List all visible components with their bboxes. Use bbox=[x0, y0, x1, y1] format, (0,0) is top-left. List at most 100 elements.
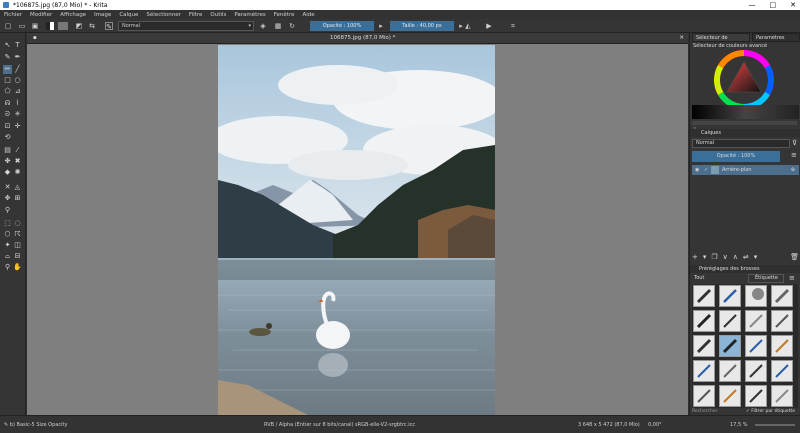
preset-airbrush[interactable] bbox=[745, 285, 767, 307]
menu-help[interactable]: Aide bbox=[302, 12, 314, 18]
gradient-tool-icon[interactable]: ▤ bbox=[3, 146, 12, 155]
rotation-readout[interactable]: 0,00° bbox=[648, 422, 662, 428]
measure-tool-icon[interactable]: ◬ bbox=[13, 183, 22, 192]
smart-patch-icon[interactable]: ✖ bbox=[13, 157, 22, 166]
size-slider[interactable]: Taille : 40,00 px bbox=[390, 21, 454, 31]
rectangle-tool-icon[interactable]: □ bbox=[3, 76, 12, 85]
preset-chalk[interactable] bbox=[771, 310, 793, 332]
magnetic-select-icon[interactable]: ⊟ bbox=[13, 252, 22, 261]
reload-preset-icon[interactable]: ↻ bbox=[288, 22, 296, 30]
polygon-select-icon[interactable]: ⬡ bbox=[3, 230, 12, 239]
preset-pen[interactable] bbox=[745, 335, 767, 357]
preset-dry[interactable] bbox=[745, 360, 767, 382]
menu-tools[interactable]: Outils bbox=[210, 12, 226, 18]
move-tool-icon[interactable]: ✛ bbox=[13, 122, 22, 131]
color-slider[interactable] bbox=[692, 121, 797, 125]
document-tab[interactable]: ▪ 106875.jpg (87,0 Mio) * ✕ bbox=[27, 33, 688, 44]
freehand-select-icon[interactable]: ☈ bbox=[13, 230, 22, 239]
mirror-horizontal-icon[interactable]: ◭ bbox=[464, 22, 472, 30]
preset-texture[interactable] bbox=[719, 360, 741, 382]
bezier-tool-icon[interactable]: ᕱ bbox=[3, 99, 12, 108]
maximize-button[interactable]: □ bbox=[770, 0, 777, 10]
tab-color-selector[interactable]: Sélecteur de couleurs avancé bbox=[692, 33, 750, 42]
preset-oil[interactable] bbox=[771, 335, 793, 357]
eraser-icon[interactable]: ◈ bbox=[259, 22, 267, 30]
chevron-down-icon[interactable]: ▾ bbox=[703, 253, 707, 261]
menu-file[interactable]: Fichier bbox=[4, 12, 22, 18]
menu-filter[interactable]: Filtre bbox=[189, 12, 203, 18]
preset-charcoal[interactable] bbox=[719, 385, 741, 407]
polyline-tool-icon[interactable]: ⊿ bbox=[13, 87, 22, 96]
menu-edit[interactable]: Modifier bbox=[30, 12, 52, 18]
new-document-icon[interactable]: ▢ bbox=[4, 22, 12, 30]
polygon-tool-icon[interactable]: ⬠ bbox=[3, 87, 12, 96]
menu-lines-icon[interactable]: ≡ bbox=[789, 274, 795, 282]
menu-select[interactable]: Sélectionner bbox=[146, 12, 180, 18]
minimize-button[interactable]: — bbox=[749, 0, 756, 10]
preset-water[interactable] bbox=[693, 360, 715, 382]
text-tool-icon[interactable]: T bbox=[13, 41, 22, 50]
preset-smudge[interactable] bbox=[693, 385, 715, 407]
filter-icon[interactable]: ⊽ bbox=[792, 139, 797, 147]
tab-tool-options[interactable]: Paramètres de... bbox=[752, 33, 800, 42]
swap-colors-icon[interactable]: ⇆ bbox=[88, 22, 96, 30]
visibility-eye-icon[interactable]: ◉ bbox=[695, 165, 699, 175]
layer-properties-icon[interactable]: ⇌ bbox=[743, 253, 749, 261]
bezier-select-icon[interactable]: ⌓ bbox=[3, 252, 12, 261]
menu-view[interactable]: Affichage bbox=[60, 12, 86, 18]
duplicate-layer-icon[interactable]: ❐ bbox=[711, 253, 717, 261]
menu-layer[interactable]: Calque bbox=[119, 12, 138, 18]
crop-tool-icon[interactable]: ⊡ bbox=[3, 122, 12, 131]
color-wheel[interactable] bbox=[714, 50, 774, 110]
layer-row[interactable]: ◉ ✓ Arrière-plan ⊕ bbox=[692, 165, 799, 175]
line-tool-icon[interactable]: ╱ bbox=[13, 65, 22, 74]
preset-basic-5[interactable] bbox=[719, 335, 741, 357]
layer-lock-icon[interactable]: ⊕ bbox=[791, 165, 795, 175]
preserve-alpha-icon[interactable]: ▦ bbox=[274, 22, 282, 30]
preset-eraser[interactable] bbox=[771, 385, 793, 407]
preset-pencil[interactable] bbox=[719, 285, 741, 307]
freehand-path-icon[interactable]: ⌇ bbox=[13, 99, 22, 108]
dynamic-brush-icon[interactable]: ᘐ bbox=[3, 110, 12, 119]
mirror-vertical-icon[interactable]: ▶ bbox=[485, 22, 493, 30]
presets-tag-select[interactable]: Étiquette bbox=[748, 274, 784, 283]
enclose-fill-icon[interactable]: ✺ bbox=[13, 168, 22, 177]
preset-sketch[interactable] bbox=[745, 385, 767, 407]
preset-ink[interactable] bbox=[693, 285, 715, 307]
select-shapes-icon[interactable]: ↖ bbox=[3, 41, 12, 50]
color-picker-icon[interactable]: ⁄ bbox=[13, 146, 22, 155]
opacity-slider[interactable]: Opacité : 100% bbox=[310, 21, 374, 31]
opacity-lock-icon[interactable]: ▸ bbox=[377, 22, 385, 30]
move-up-icon[interactable]: ∧ bbox=[733, 253, 738, 261]
move-down-icon[interactable]: ∨ bbox=[723, 253, 728, 261]
color-history-bar[interactable] bbox=[692, 105, 799, 119]
rect-select-icon[interactable]: ⬚ bbox=[3, 219, 12, 228]
gradient-swatch-icon[interactable] bbox=[46, 22, 54, 30]
layers-opacity-slider[interactable]: Opacité : 100% bbox=[692, 151, 780, 162]
preset-brush-a[interactable] bbox=[693, 335, 715, 357]
preset-wet[interactable] bbox=[771, 360, 793, 382]
save-icon[interactable]: ▣ bbox=[31, 22, 39, 30]
wrap-around-icon[interactable]: ⌗ bbox=[509, 22, 517, 30]
edit-shapes-icon[interactable]: ✎ bbox=[3, 53, 12, 62]
preset-blender[interactable] bbox=[771, 285, 793, 307]
colorize-mask-icon[interactable]: ✤ bbox=[3, 157, 12, 166]
preset-soft[interactable] bbox=[745, 310, 767, 332]
pan-tool-icon[interactable]: ⚲ bbox=[3, 206, 12, 215]
delete-layer-icon[interactable]: 🗑 bbox=[790, 253, 799, 261]
preset-fineliner[interactable] bbox=[719, 310, 741, 332]
contiguous-select-icon[interactable]: ✦ bbox=[3, 241, 12, 250]
calligraphy-icon[interactable]: ✒ bbox=[13, 53, 22, 62]
multibrush-icon[interactable]: ✳ bbox=[13, 110, 22, 119]
assistant-tool-icon[interactable]: ✕ bbox=[3, 183, 12, 192]
fill-tool-icon[interactable]: ◆ bbox=[3, 168, 12, 177]
hand-tool-icon[interactable]: ✋ bbox=[13, 263, 22, 272]
zoom-tool-icon[interactable]: ⚲ bbox=[3, 263, 12, 272]
presets-filter-select[interactable]: Tout bbox=[692, 274, 732, 283]
menu-settings[interactable]: Paramètres bbox=[234, 12, 265, 18]
brush-preset-icon[interactable]: ✎ bbox=[105, 22, 113, 31]
add-layer-icon[interactable]: + bbox=[692, 253, 698, 261]
fg-bg-colors-icon[interactable]: ◩ bbox=[75, 22, 83, 30]
ellipse-tool-icon[interactable]: ○ bbox=[13, 76, 22, 85]
similar-select-icon[interactable]: ◫ bbox=[13, 241, 22, 250]
